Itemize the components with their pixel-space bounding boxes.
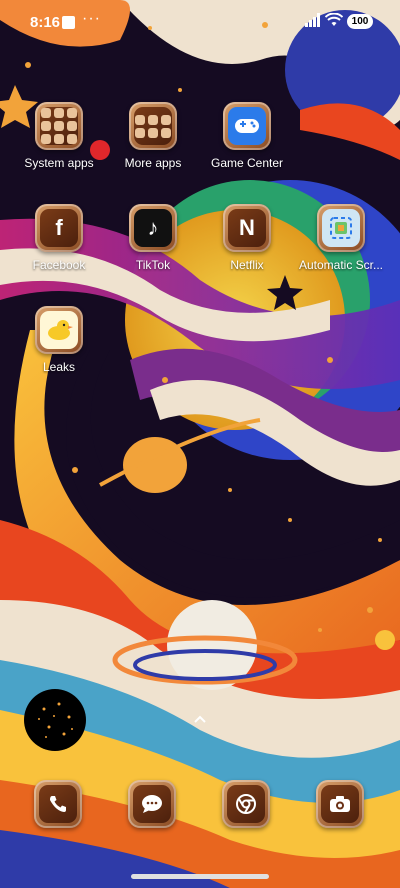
app-system-apps[interactable]: System apps bbox=[14, 102, 104, 170]
app-label: Facebook bbox=[32, 258, 86, 272]
facebook-icon: f bbox=[35, 204, 83, 252]
app-label: System apps bbox=[24, 156, 94, 170]
dock-phone[interactable] bbox=[34, 780, 82, 828]
gamepad-icon bbox=[223, 102, 271, 150]
assistant-bubble[interactable] bbox=[24, 689, 86, 751]
notification-icon bbox=[62, 16, 75, 29]
dock-camera[interactable] bbox=[316, 780, 364, 828]
app-tiktok[interactable]: ♪ TikTok bbox=[108, 204, 198, 272]
app-label: Game Center bbox=[210, 156, 284, 170]
dock-messages[interactable] bbox=[128, 780, 176, 828]
netflix-icon: N bbox=[223, 204, 271, 252]
tiktok-icon: ♪ bbox=[129, 204, 177, 252]
phone-icon bbox=[34, 780, 82, 828]
app-game-center[interactable]: Game Center bbox=[202, 102, 292, 170]
app-leaks[interactable]: Leaks bbox=[14, 306, 104, 374]
camera-icon bbox=[316, 780, 364, 828]
app-netflix[interactable]: N Netflix bbox=[202, 204, 292, 272]
duck-icon bbox=[35, 306, 83, 354]
clock: 8:16 bbox=[30, 14, 61, 31]
swipe-up-icon bbox=[194, 715, 206, 723]
signal-icon bbox=[305, 13, 320, 27]
app-automatic-scroller[interactable]: Automatic Scr... bbox=[296, 204, 386, 272]
more-notifications-indicator: ··· bbox=[82, 10, 101, 27]
wifi-icon bbox=[325, 13, 343, 26]
folder-icon bbox=[35, 102, 83, 150]
folder-icon bbox=[129, 102, 177, 150]
messages-icon bbox=[128, 780, 176, 828]
app-facebook[interactable]: f Facebook bbox=[14, 204, 104, 272]
app-label: Automatic Scr... bbox=[298, 258, 384, 272]
app-label: More apps bbox=[124, 156, 182, 170]
app-more-apps[interactable]: More apps bbox=[108, 102, 198, 170]
scroller-icon bbox=[317, 204, 365, 252]
app-label: TikTok bbox=[135, 258, 171, 272]
home-indicator[interactable] bbox=[131, 874, 269, 879]
chrome-icon bbox=[222, 780, 270, 828]
battery-indicator: 100 bbox=[347, 14, 373, 29]
app-label: Netflix bbox=[230, 258, 264, 272]
app-label: Leaks bbox=[42, 360, 76, 374]
dock-chrome[interactable] bbox=[222, 780, 270, 828]
status-bar: 8:16 ··· 100 bbox=[0, 0, 400, 44]
